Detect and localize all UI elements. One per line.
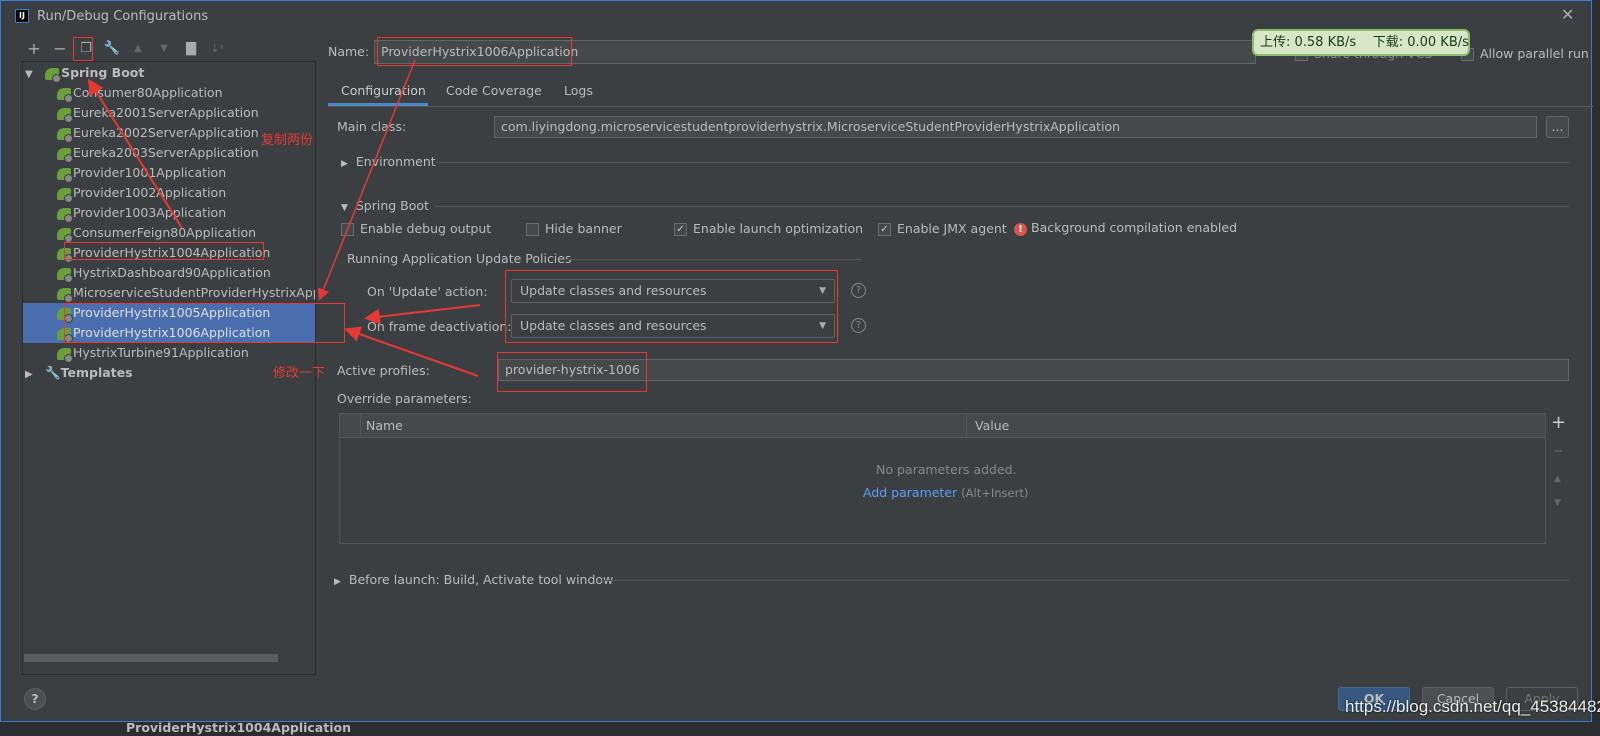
arrow [364,304,481,325]
annotation-arrows [87,59,481,377]
arrow [344,326,479,377]
arrow [87,78,183,229]
arrow [317,59,416,301]
watermark: https://blog.csdn.net/qq_45384482 [1345,697,1600,716]
